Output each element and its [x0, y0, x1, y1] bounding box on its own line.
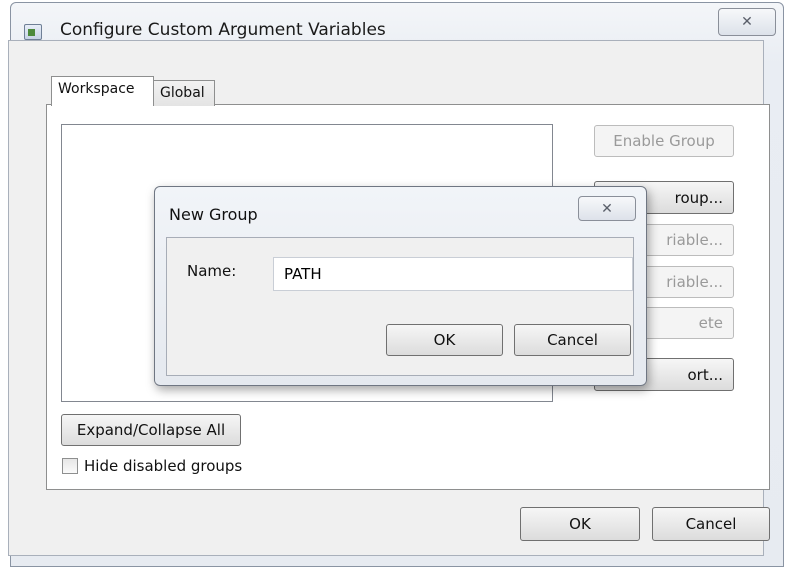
- dialog-title: New Group: [169, 205, 258, 224]
- name-label: Name:: [187, 262, 237, 280]
- dialog-ok-button[interactable]: OK: [386, 324, 503, 356]
- name-input[interactable]: [273, 257, 633, 291]
- close-icon: ✕: [601, 200, 613, 217]
- dialog-body: Name: OK Cancel: [166, 237, 634, 376]
- tab-global[interactable]: Global: [153, 80, 215, 106]
- window-close-button[interactable]: ✕: [718, 8, 776, 36]
- window-title: Configure Custom Argument Variables: [60, 20, 386, 40]
- dialog-cancel-button[interactable]: Cancel: [514, 324, 631, 356]
- close-icon: ✕: [741, 14, 753, 30]
- tab-workspace[interactable]: Workspace: [51, 76, 154, 106]
- app-window-icon: [24, 24, 42, 40]
- expand-collapse-all-button[interactable]: Expand/Collapse All: [61, 414, 241, 446]
- dialog-close-button[interactable]: ✕: [578, 196, 636, 221]
- ok-button[interactable]: OK: [520, 507, 640, 541]
- cancel-button[interactable]: Cancel: [652, 507, 770, 541]
- new-group-dialog: New Group ✕ Name: OK Cancel: [154, 186, 647, 386]
- hide-disabled-groups-label: Hide disabled groups: [84, 457, 243, 475]
- enable-group-button[interactable]: Enable Group: [594, 125, 734, 157]
- hide-disabled-groups-checkbox[interactable]: [62, 458, 78, 474]
